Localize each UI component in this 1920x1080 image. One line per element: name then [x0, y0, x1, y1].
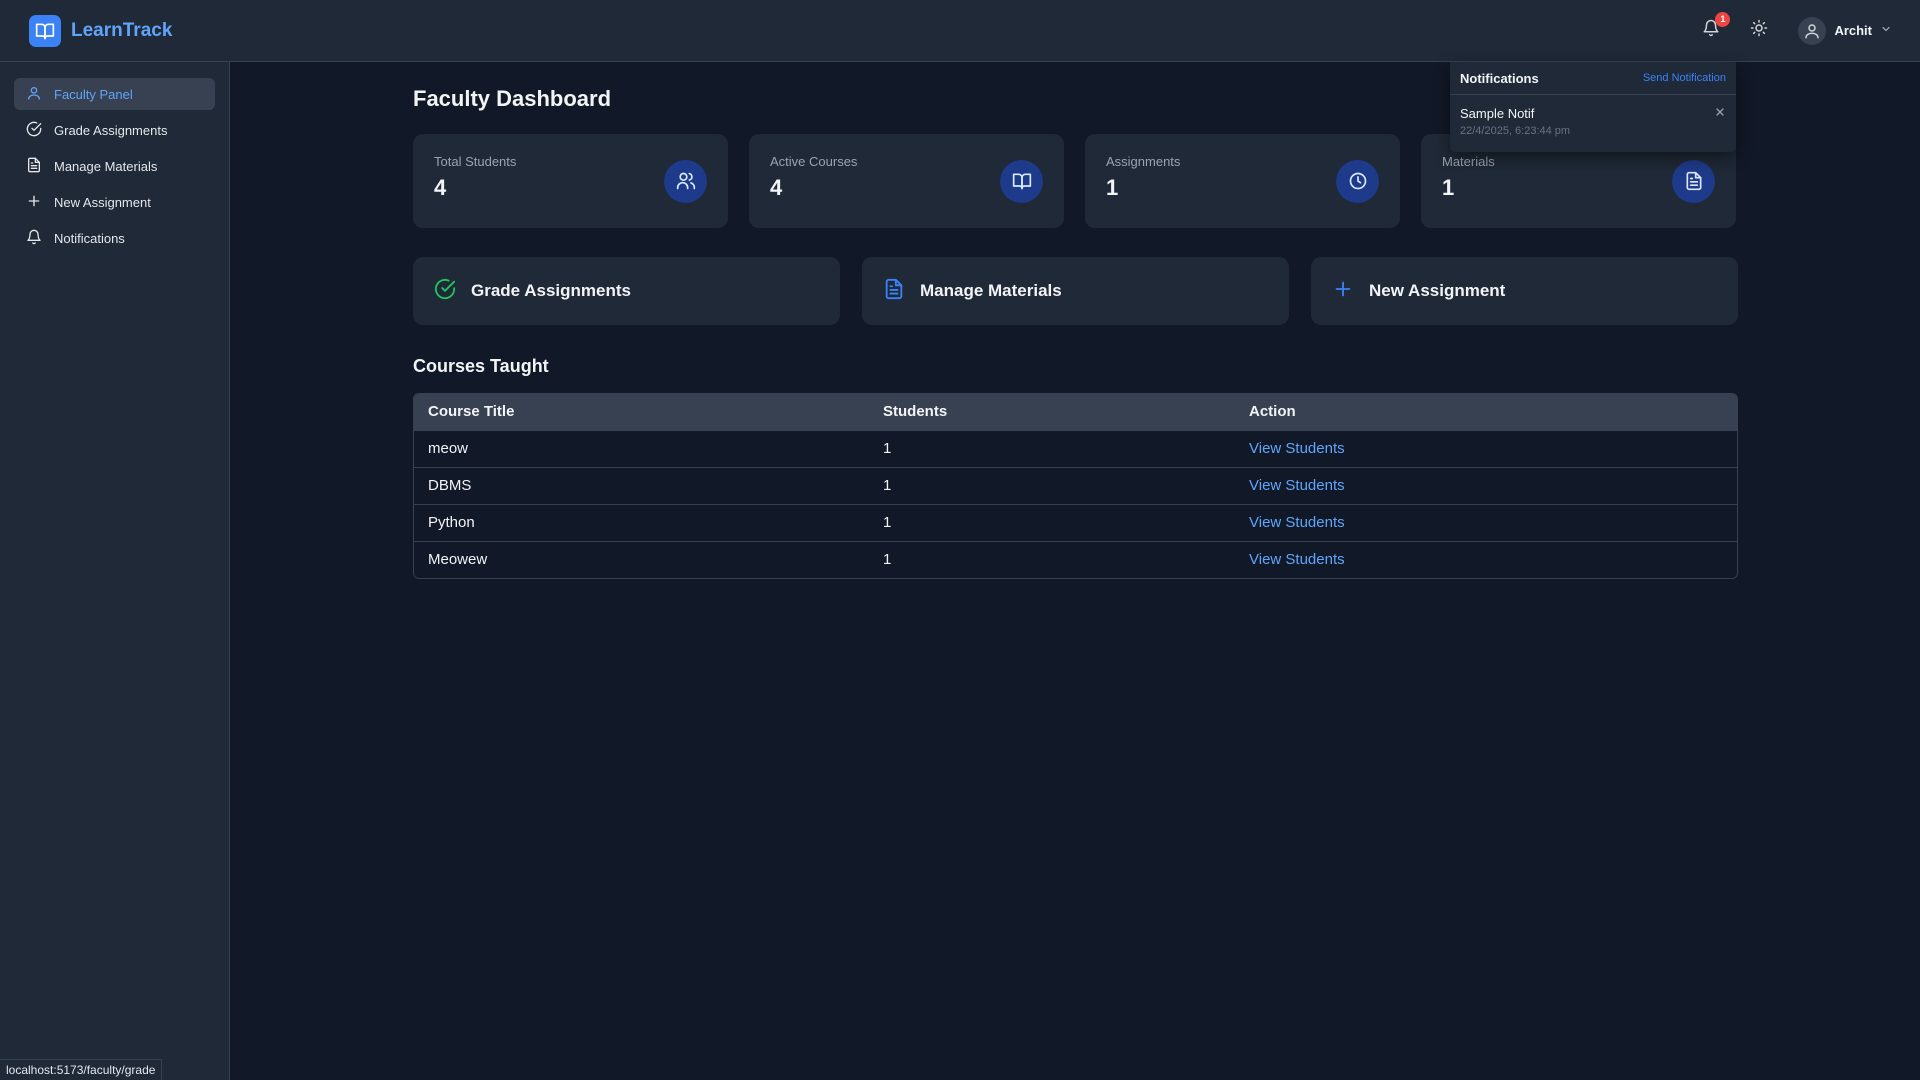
notification-badge: 1: [1715, 11, 1731, 27]
sun-icon: [1750, 19, 1768, 42]
user-icon: [26, 85, 42, 104]
user-name: Archit: [1834, 23, 1872, 38]
action-label: New Assignment: [1369, 281, 1506, 300]
page-title: Faculty Dashboard: [413, 86, 612, 111]
table-row: DBMS 1 View Students: [414, 467, 1737, 504]
plus-icon: [1332, 278, 1354, 305]
course-title: Python: [428, 514, 475, 531]
sidebar: Faculty Panel Grade Assignments Manage M…: [0, 62, 230, 1080]
bell-icon: [26, 229, 42, 248]
sidebar-item-manage-materials[interactable]: Manage Materials: [14, 150, 215, 182]
stat-value: 1: [1106, 174, 1119, 200]
book-open-icon: [29, 14, 61, 47]
sidebar-item-label: Notifications: [54, 230, 125, 246]
top-header: LearnTrack 1 Archit: [0, 0, 1920, 62]
stat-card-assignments: Assignments 1: [1085, 134, 1400, 228]
sidebar-item-new-assignment[interactable]: New Assignment: [14, 186, 215, 218]
notification-message: Sample Notif: [1460, 106, 1535, 121]
sidebar-item-label: Faculty Panel: [54, 86, 133, 102]
view-students-link[interactable]: View Students: [1249, 477, 1345, 494]
chevron-down-icon: [1880, 22, 1892, 40]
stat-label: Materials: [1442, 153, 1495, 169]
file-text-icon: [26, 157, 42, 176]
sidebar-item-label: Manage Materials: [54, 158, 158, 174]
action-label: Manage Materials: [920, 281, 1062, 300]
column-header: Students: [883, 403, 948, 421]
book-open-icon: [1000, 159, 1043, 203]
avatar: [1798, 16, 1827, 45]
stat-card-active-courses: Active Courses 4: [749, 134, 1064, 228]
view-students-link[interactable]: View Students: [1249, 514, 1345, 531]
action-label: Grade Assignments: [471, 281, 631, 300]
users-icon: [664, 159, 707, 203]
student-count: 1: [883, 440, 892, 457]
plus-icon: [26, 193, 42, 212]
notification-time: 22/4/2025, 6:23:44 pm: [1460, 125, 1571, 137]
student-count: 1: [883, 477, 892, 494]
header-actions: 1 Archit: [1698, 11, 1892, 45]
stat-value: 4: [770, 174, 783, 200]
app-name: LearnTrack: [71, 19, 173, 41]
table-row: Meowew 1 View Students: [414, 541, 1737, 578]
brand[interactable]: LearnTrack: [29, 14, 173, 47]
theme-toggle-button[interactable]: [1746, 18, 1772, 44]
status-bar-url: localhost:5173/faculty/grade: [0, 1059, 163, 1080]
sidebar-item-label: Grade Assignments: [54, 122, 168, 138]
notification-item[interactable]: Sample Notif 22/4/2025, 6:23:44 pm: [1450, 95, 1736, 137]
check-circle-icon: [26, 121, 42, 140]
column-header: Action: [1249, 403, 1296, 421]
quick-actions: Grade Assignments Manage Materials New A…: [413, 257, 1738, 325]
student-count: 1: [883, 551, 892, 569]
new-assignment-button[interactable]: New Assignment: [1311, 257, 1738, 325]
stat-value: 1: [1442, 174, 1455, 200]
stat-label: Total Students: [434, 153, 517, 169]
view-students-link[interactable]: View Students: [1249, 440, 1345, 457]
courses-table: Course Title Students Action meow 1 View…: [413, 393, 1738, 579]
stat-label: Assignments: [1106, 153, 1181, 169]
sidebar-item-notifications[interactable]: Notifications: [14, 222, 215, 254]
file-text-icon: [1672, 159, 1715, 203]
user-menu[interactable]: Archit: [1798, 16, 1892, 45]
send-notification-link[interactable]: Send Notification: [1643, 72, 1726, 84]
manage-materials-button[interactable]: Manage Materials: [862, 257, 1289, 325]
notifications-button[interactable]: 1: [1698, 11, 1731, 44]
stat-value: 4: [434, 174, 447, 200]
course-title: Meowew: [428, 551, 488, 569]
student-count: 1: [883, 514, 892, 531]
course-title: meow: [428, 440, 469, 457]
sidebar-item-label: New Assignment: [54, 194, 151, 210]
clock-icon: [1336, 159, 1379, 203]
stat-card-total-students: Total Students 4: [413, 134, 728, 228]
table-row: Python 1 View Students: [414, 504, 1737, 541]
notifications-header: Notifications Send Notification: [1450, 62, 1736, 95]
courses-section-title: Courses Taught: [413, 356, 549, 376]
sidebar-item-grade-assignments[interactable]: Grade Assignments: [14, 114, 215, 146]
file-text-icon: [883, 278, 905, 305]
sidebar-item-faculty-panel[interactable]: Faculty Panel: [14, 78, 215, 110]
notifications-dropdown: Notifications Send Notification Sample N…: [1450, 62, 1736, 152]
close-icon[interactable]: [1714, 105, 1726, 123]
column-header: Course Title: [428, 403, 515, 421]
check-circle-icon: [434, 278, 456, 305]
course-title: DBMS: [428, 477, 472, 494]
table-row: meow 1 View Students: [414, 430, 1737, 467]
stat-label: Active Courses: [770, 153, 858, 169]
notifications-title: Notifications: [1460, 70, 1539, 86]
view-students-link[interactable]: View Students: [1249, 551, 1345, 568]
table-header-row: Course Title Students Action: [414, 394, 1737, 430]
grade-assignments-button[interactable]: Grade Assignments: [413, 257, 840, 325]
